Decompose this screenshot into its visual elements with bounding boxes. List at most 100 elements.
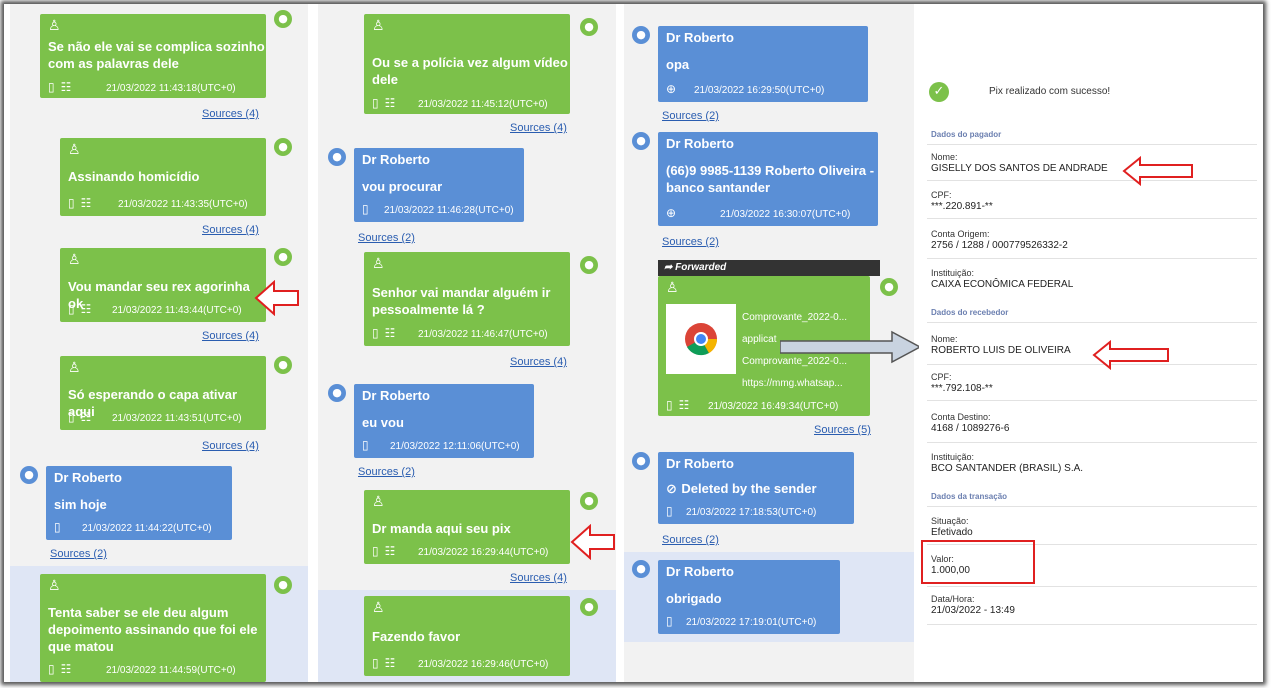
field-label: Nome:: [931, 152, 958, 162]
contact-icon: ☷: [60, 80, 72, 94]
field-label: Nome:: [931, 334, 958, 344]
timestamp: 21/03/2022 11:46:28(UTC+0): [384, 205, 514, 216]
message-bubble[interactable]: Dr Roberto obrigado ▯ 21/03/2022 17:19:0…: [658, 560, 840, 634]
phone-icon: ▯: [372, 326, 379, 340]
grey-arrow-annotation: [780, 330, 922, 364]
user-icon: ♙: [68, 142, 81, 158]
sources-link[interactable]: Sources (4): [202, 330, 259, 342]
user-icon: ♙: [372, 18, 385, 34]
sources-link[interactable]: Sources (2): [358, 466, 415, 478]
field-label: Situação:: [931, 516, 969, 526]
field-label: CPF:: [931, 372, 952, 382]
sources-link[interactable]: Sources (4): [202, 440, 259, 452]
sources-link[interactable]: Sources (4): [510, 356, 567, 368]
red-arrow-annotation: [1122, 156, 1193, 186]
sources-link[interactable]: Sources (2): [662, 534, 719, 546]
message-bubble[interactable]: ♙ Assinando homicídio ▯ ☷ 21/03/2022 11:4…: [60, 138, 266, 216]
avatar: ●: [20, 466, 38, 484]
avatar: ●: [274, 356, 292, 374]
avatar: ●: [632, 26, 650, 44]
message-meta: ▯ ☷: [48, 662, 71, 676]
timestamp: 21/03/2022 11:44:22(UTC+0): [82, 523, 212, 534]
timestamp: 21/03/2022 16:29:44(UTC+0): [418, 547, 549, 558]
message-bubble[interactable]: Dr Roberto sim hoje ▯ 21/03/2022 11:44:2…: [46, 466, 232, 540]
message-bubble[interactable]: Dr Roberto ⊘ Deleted by the sender ▯ 21/…: [658, 452, 854, 524]
sources-link[interactable]: Sources (2): [662, 236, 719, 248]
message-bubble[interactable]: ♙ Dr manda aqui seu pix ▯ ☷ 21/03/2022 16…: [364, 490, 570, 564]
field-label: Conta Origem:: [931, 229, 990, 239]
phone-icon: ▯: [372, 656, 379, 670]
message-meta: ▯ ☷: [68, 302, 91, 316]
forwarded-banner: ➦ Forwarded: [658, 260, 880, 276]
phone-icon: ▯: [68, 196, 75, 210]
message-bubble[interactable]: ♙ Senhor vai mandar alguém ir pessoalmen…: [364, 252, 570, 346]
message-text: (66)9 9985-1139 Roberto Oliveira -: [666, 163, 875, 178]
sources-link[interactable]: Sources (4): [510, 122, 567, 134]
message-text: eu vou: [362, 415, 404, 430]
phone-icon: ▯: [48, 80, 55, 94]
divider: [927, 624, 1257, 625]
message-meta: ▯: [362, 438, 369, 452]
message-bubble[interactable]: Dr Roberto vou procurar ▯ 21/03/2022 11:…: [354, 148, 524, 222]
red-arrow-annotation: [570, 524, 615, 560]
sources-link[interactable]: Sources (4): [202, 108, 259, 120]
field-label: Conta Destino:: [931, 412, 991, 422]
sources-link[interactable]: Sources (4): [202, 224, 259, 236]
message-meta: ▯ ☷: [372, 544, 395, 558]
phone-icon: ▯: [372, 96, 379, 110]
user-icon: ♙: [372, 494, 385, 510]
section-title: Dados do recebedor: [931, 308, 1009, 317]
user-icon: ♙: [48, 18, 61, 34]
timestamp: 21/03/2022 11:43:44(UTC+0): [112, 305, 242, 316]
timestamp: 21/03/2022 11:44:59(UTC+0): [106, 665, 236, 676]
avatar: ●: [328, 384, 346, 402]
sender-name: Dr Roberto: [666, 456, 734, 471]
message-text: Fazendo favor: [372, 629, 461, 644]
field-value: 2756 / 1288 / 000779526332-2: [931, 240, 1068, 251]
contact-icon: ☷: [384, 544, 396, 558]
section-title: Dados do pagador: [931, 130, 1002, 139]
message-bubble[interactable]: Dr Roberto (66)9 9985-1139 Roberto Olive…: [658, 132, 878, 226]
forwarded-label: Forwarded: [675, 262, 727, 273]
sources-link[interactable]: Sources (4): [510, 572, 567, 584]
message-bubble[interactable]: ♙ Só esperando o capa ativar aqui ▯ ☷ 21/…: [60, 356, 266, 430]
divider: [927, 180, 1257, 181]
sender-name: Dr Roberto: [54, 470, 122, 485]
deleted-text: Deleted by the sender: [681, 481, 817, 496]
phone-icon: ▯: [68, 302, 75, 316]
globe-icon: ⊕: [666, 206, 677, 220]
sender-name: Dr Roberto: [666, 564, 734, 579]
message-text: Tenta saber se ele deu algum: [48, 605, 229, 620]
attachment-thumbnail[interactable]: [666, 304, 736, 374]
message-bubble[interactable]: ♙ Vou mandar seu rex agorinha ok ▯ ☷ 21/0…: [60, 248, 266, 322]
timestamp: 21/03/2022 11:43:51(UTC+0): [112, 413, 242, 424]
sources-link[interactable]: Sources (5): [814, 424, 871, 436]
message-bubble[interactable]: ♙ Tenta saber se ele deu algum depoiment…: [40, 574, 266, 682]
message-bubble[interactable]: ♙ Ou se a polícia vez algum vídeo dele ▯…: [364, 14, 570, 114]
sources-link[interactable]: Sources (2): [662, 110, 719, 122]
message-meta: ▯: [666, 614, 673, 628]
message-bubble[interactable]: Dr Roberto opa ⊕ 21/03/2022 16:29:50(UTC…: [658, 26, 868, 102]
field-value: BCO SANTANDER (BRASIL) S.A.: [931, 463, 1084, 474]
sources-link[interactable]: Sources (2): [50, 548, 107, 560]
message-bubble[interactable]: ♙ Se não ele vai se complica sozinho com…: [40, 14, 266, 98]
field-label: Instituição:: [931, 268, 975, 278]
user-icon: ♙: [372, 256, 385, 272]
message-meta: ▯ ☷: [372, 326, 395, 340]
message-text: opa: [666, 57, 690, 72]
avatar: ●: [274, 248, 292, 266]
divider: [927, 218, 1257, 219]
message-bubble[interactable]: ♙ Fazendo favor ▯ ☷ 21/03/2022 16:29:46(U…: [364, 596, 570, 676]
contact-icon: ☷: [678, 398, 690, 412]
message-meta: ▯: [54, 520, 61, 534]
sources-link[interactable]: Sources (2): [358, 232, 415, 244]
message-meta: ⊕: [666, 206, 676, 220]
contact-icon: ☷: [384, 656, 396, 670]
message-text: ⊘ Deleted by the sender: [666, 480, 817, 498]
chat-column-1: ♙ Se não ele vai se complica sozinho com…: [10, 4, 308, 682]
avatar: ●: [580, 492, 598, 510]
message-bubble[interactable]: Dr Roberto eu vou ▯ 21/03/2022 12:11:06(…: [354, 384, 534, 458]
field-value: 21/03/2022 - 13:49: [931, 605, 1015, 616]
status-text: Pix realizado com sucesso!: [989, 86, 1111, 97]
contact-icon: ☷: [80, 410, 92, 424]
